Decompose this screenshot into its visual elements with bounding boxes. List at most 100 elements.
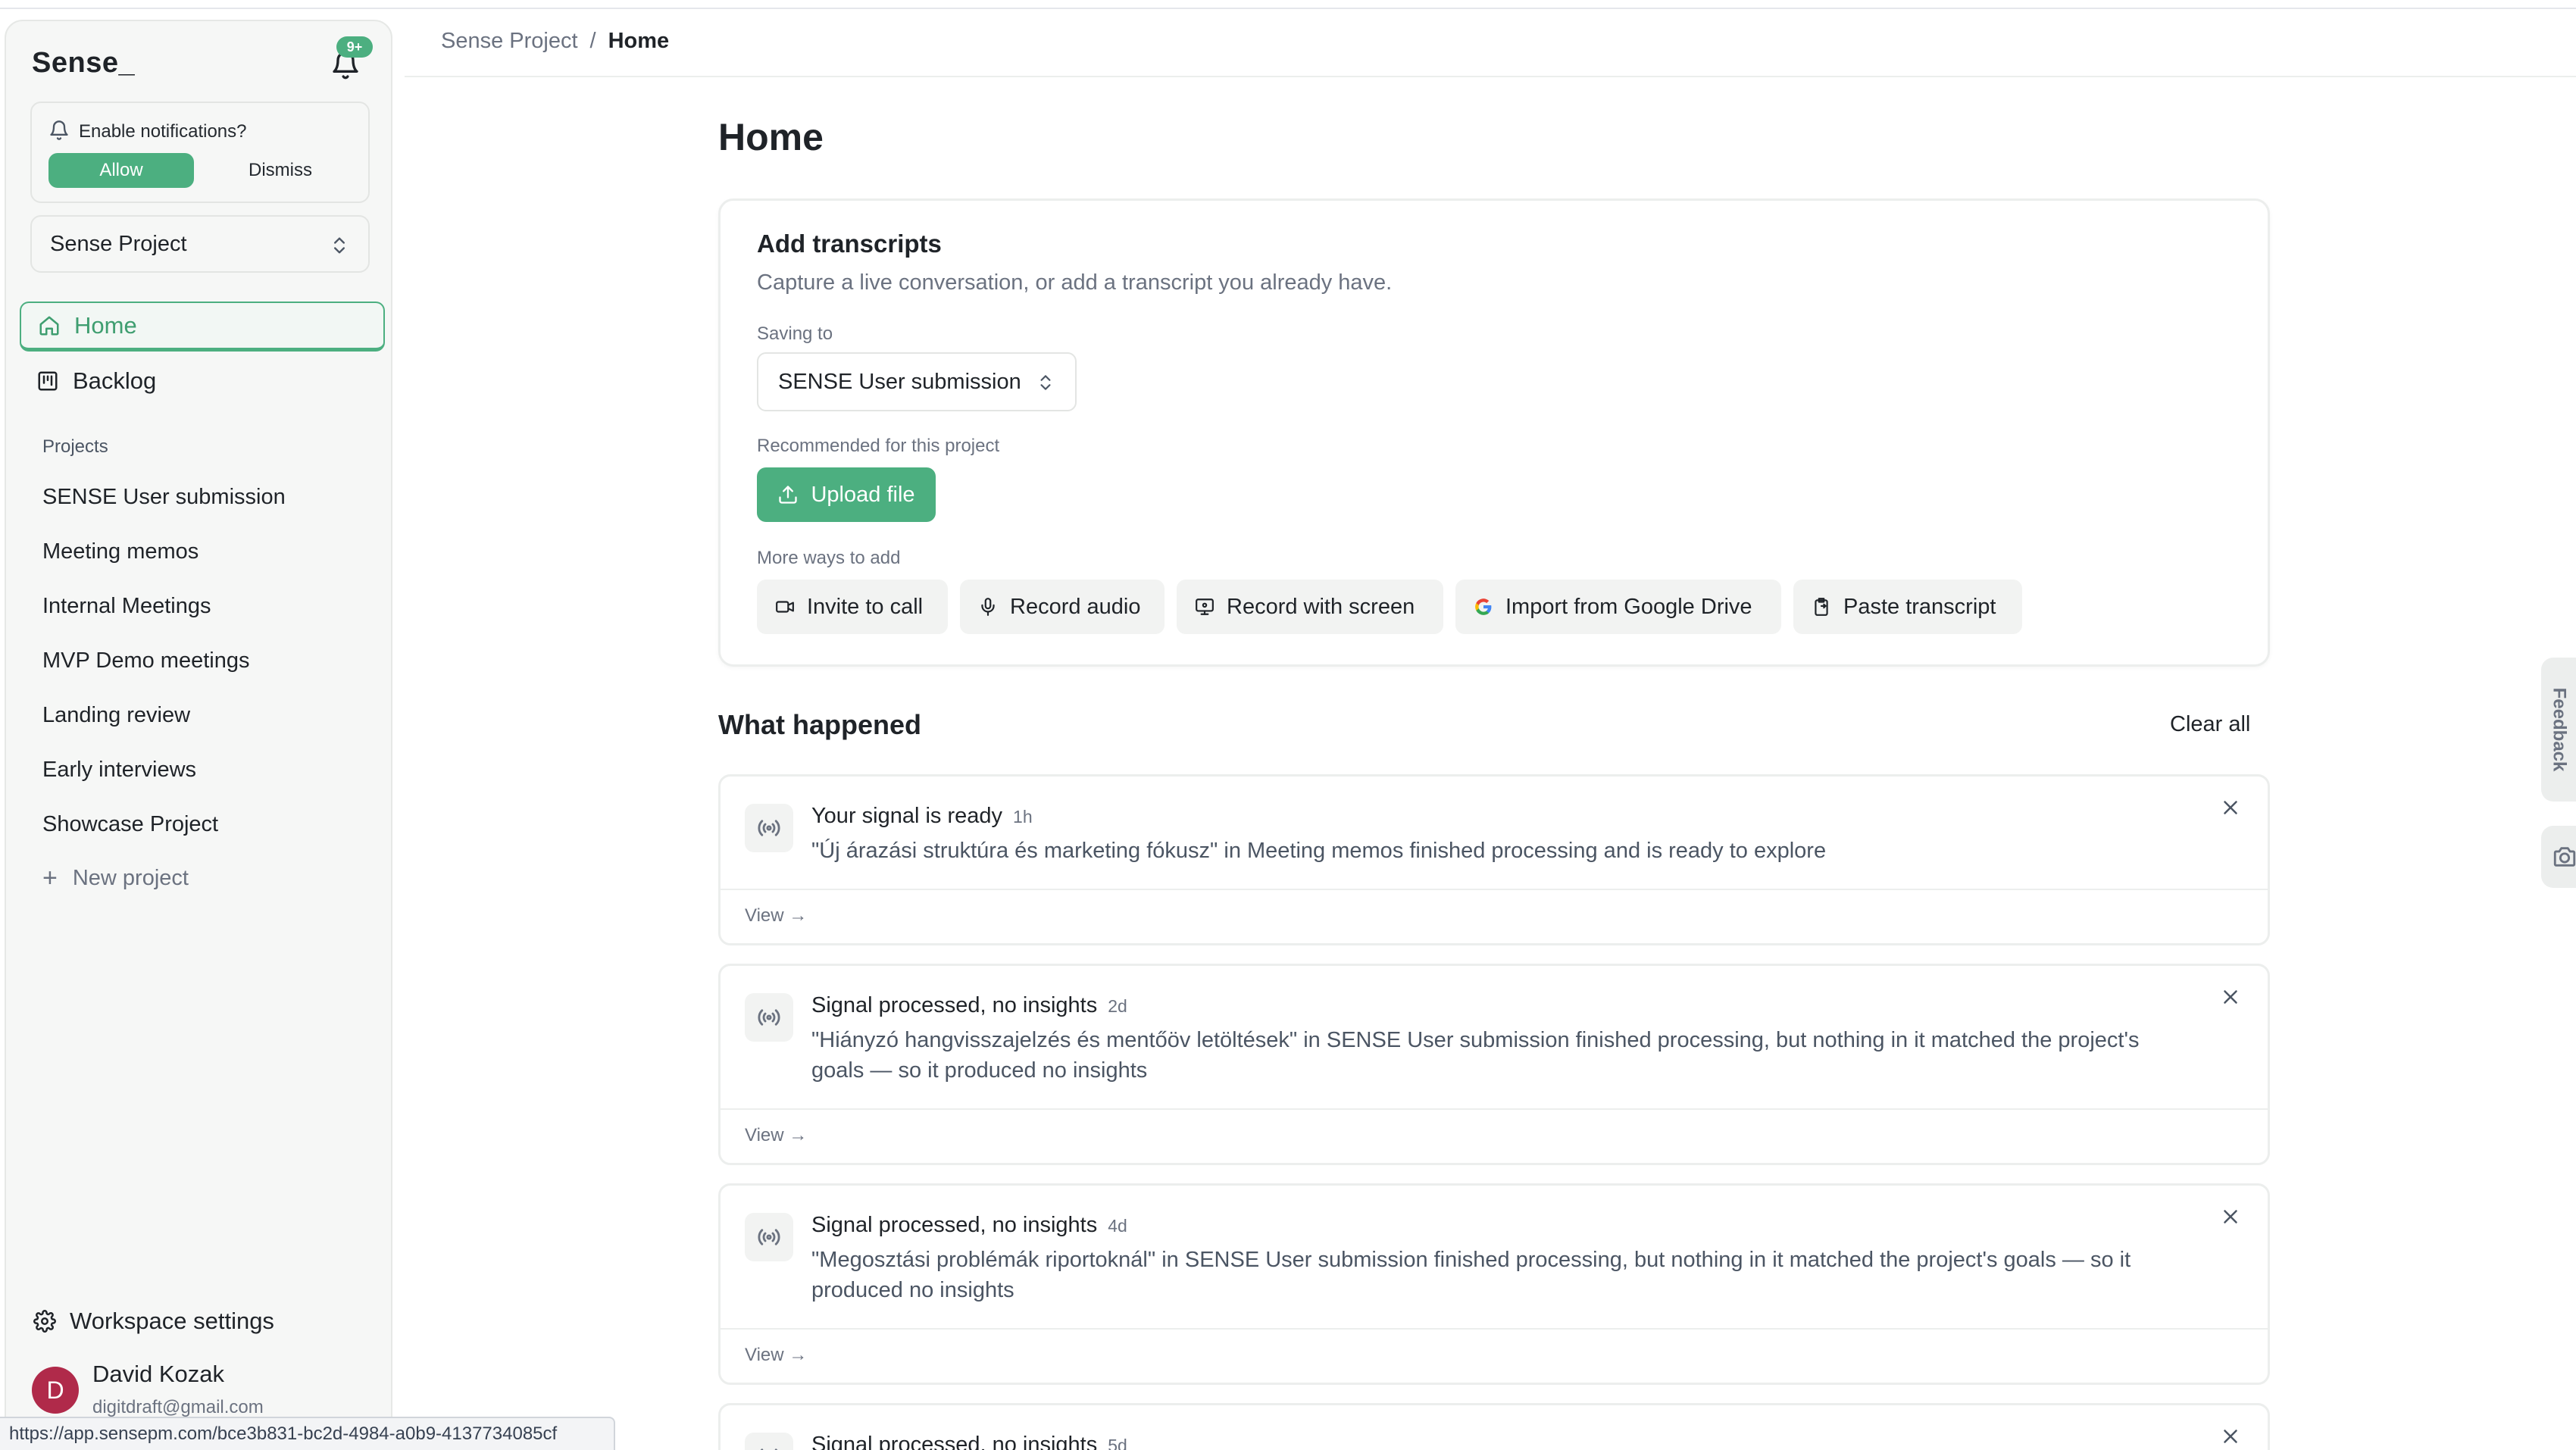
- notification-prompt-title: Enable notifications?: [79, 121, 247, 142]
- nav-home-label: Home: [74, 311, 137, 339]
- breadcrumb-separator: /: [589, 29, 596, 53]
- chevron-up-down-icon: [334, 237, 345, 254]
- event-card: Signal processed, no insights 4d "Megoszt…: [718, 1183, 2270, 1385]
- close-icon[interactable]: [2219, 1425, 2242, 1448]
- backlog-icon: [38, 371, 58, 391]
- invite-to-call-label: Invite to call: [807, 594, 924, 619]
- close-icon[interactable]: [2219, 796, 2242, 819]
- project-item[interactable]: Early interviews: [42, 758, 196, 783]
- microphone-icon: [981, 598, 995, 616]
- event-body: "Új árazási struktúra és marketing fókus…: [811, 839, 1827, 863]
- nav-backlog[interactable]: Backlog: [20, 356, 385, 406]
- event-time: 4d: [1108, 1216, 1127, 1236]
- event-view-link[interactable]: View →: [745, 905, 807, 927]
- paste-transcript-label: Paste transcript: [1843, 594, 1996, 619]
- record-with-screen-label: Record with screen: [1227, 594, 1415, 619]
- event-card: Signal processed, no insights 2d "Hiányzó…: [718, 964, 2270, 1165]
- user-email: digitdraft@gmail.com: [92, 1397, 264, 1417]
- breadcrumb-parent[interactable]: Sense Project: [441, 29, 578, 54]
- paste-transcript-button[interactable]: Paste transcript: [1793, 580, 2022, 634]
- event-divider: [721, 1328, 2268, 1330]
- signal-icon: [758, 1229, 780, 1245]
- saving-to-value: SENSE User submission: [778, 369, 1021, 394]
- project-item[interactable]: Showcase Project: [42, 812, 218, 837]
- event-view-link[interactable]: View →: [745, 1125, 807, 1146]
- gear-icon: [33, 1310, 56, 1333]
- screen-record-icon: [1196, 598, 1214, 615]
- event-divider: [721, 1108, 2268, 1110]
- new-project-label: New project: [72, 866, 189, 890]
- home-icon: [39, 316, 59, 335]
- saving-to-label: Saving to: [757, 323, 833, 344]
- signal-icon: [758, 820, 780, 836]
- add-transcripts-card: Add transcripts Capture a live conversat…: [718, 198, 2270, 667]
- event-divider: [721, 889, 2268, 890]
- allow-button[interactable]: Allow: [48, 153, 194, 188]
- signal-icon-box: [745, 993, 793, 1042]
- project-item[interactable]: Internal Meetings: [42, 594, 211, 619]
- event-title-text: Signal processed, no insights: [811, 1213, 1098, 1237]
- signal-icon-box: [745, 1213, 793, 1261]
- notification-badge: 9+: [336, 36, 373, 58]
- workspace-settings-label: Workspace settings: [70, 1308, 274, 1334]
- event-title-text: Signal processed, no insights: [811, 993, 1098, 1017]
- record-audio-button[interactable]: Record audio: [960, 580, 1165, 634]
- user-name: David Kozak: [92, 1361, 225, 1387]
- chevron-up-down-icon: [1040, 375, 1051, 390]
- bell-icon: [50, 120, 68, 140]
- new-project-button[interactable]: + New project: [42, 864, 189, 893]
- screenshot-tab[interactable]: [2541, 826, 2576, 888]
- import-google-drive-label: Import from Google Drive: [1505, 594, 1752, 619]
- status-bar-url: https://app.sensepm.com/bce3b831-bc2d-49…: [0, 1417, 615, 1450]
- dismiss-button[interactable]: Dismiss: [208, 153, 353, 188]
- recommended-label: Recommended for this project: [757, 436, 1000, 456]
- upload-file-label: Upload file: [811, 482, 915, 507]
- record-with-screen-button[interactable]: Record with screen: [1177, 580, 1443, 634]
- upload-file-button[interactable]: Upload file: [757, 467, 936, 522]
- project-item[interactable]: Landing review: [42, 703, 190, 728]
- project-selector[interactable]: Sense Project: [30, 215, 370, 273]
- event-card: Signal processed, no insights 5d: [718, 1403, 2270, 1450]
- header-divider: [405, 76, 2576, 77]
- event-body: "Megosztási problémák riportoknál" in SE…: [811, 1248, 2131, 1302]
- workspace-settings-button[interactable]: Workspace settings: [33, 1308, 274, 1335]
- camera-icon: [2553, 847, 2576, 867]
- saving-to-select[interactable]: SENSE User submission: [757, 352, 1077, 411]
- page-title: Home: [718, 116, 824, 158]
- signal-icon: [760, 1448, 778, 1450]
- feedback-tab[interactable]: Feedback: [2541, 658, 2576, 802]
- feedback-tab-label: Feedback: [2549, 687, 2569, 772]
- nav-backlog-label: Backlog: [73, 367, 157, 394]
- signal-icon-box: [745, 1433, 793, 1450]
- event-view-link[interactable]: View →: [745, 1345, 807, 1366]
- video-icon: [776, 601, 794, 613]
- project-item[interactable]: SENSE User submission: [42, 485, 286, 510]
- event-time: 2d: [1108, 996, 1127, 1016]
- event-body: "Hiányzó hangvisszajelzés és mentőöv let…: [811, 1028, 2140, 1083]
- event-title: Your signal is ready 1h: [811, 804, 1033, 829]
- add-transcripts-title: Add transcripts: [757, 230, 942, 258]
- project-item[interactable]: MVP Demo meetings: [42, 648, 249, 673]
- record-audio-label: Record audio: [1010, 594, 1141, 619]
- google-icon: [1475, 598, 1492, 615]
- event-title-text: Signal processed, no insights: [811, 1433, 1098, 1450]
- notification-prompt: Enable notifications? Allow Dismiss: [30, 102, 370, 203]
- clear-all-button[interactable]: Clear all: [2170, 712, 2250, 737]
- event-card: Your signal is ready 1h "Új árazási struk…: [718, 774, 2270, 945]
- breadcrumb: Sense Project / Home: [441, 29, 669, 54]
- add-transcripts-subtitle: Capture a live conversation, or add a tr…: [757, 270, 1393, 295]
- plus-icon: +: [42, 864, 58, 892]
- nav-home[interactable]: Home: [20, 302, 385, 352]
- import-google-drive-button[interactable]: Import from Google Drive: [1455, 580, 1781, 634]
- event-time: 1h: [1013, 807, 1033, 827]
- close-icon[interactable]: [2219, 1205, 2242, 1228]
- invite-to-call-button[interactable]: Invite to call: [757, 580, 948, 634]
- clipboard-icon: [1815, 598, 1828, 616]
- more-ways-label: More ways to add: [757, 548, 901, 568]
- project-selector-value: Sense Project: [50, 231, 187, 256]
- avatar[interactable]: D: [32, 1367, 79, 1414]
- breadcrumb-current: Home: [608, 29, 670, 53]
- event-title: Signal processed, no insights 2d: [811, 993, 1127, 1018]
- project-item[interactable]: Meeting memos: [42, 539, 199, 564]
- close-icon[interactable]: [2219, 986, 2242, 1008]
